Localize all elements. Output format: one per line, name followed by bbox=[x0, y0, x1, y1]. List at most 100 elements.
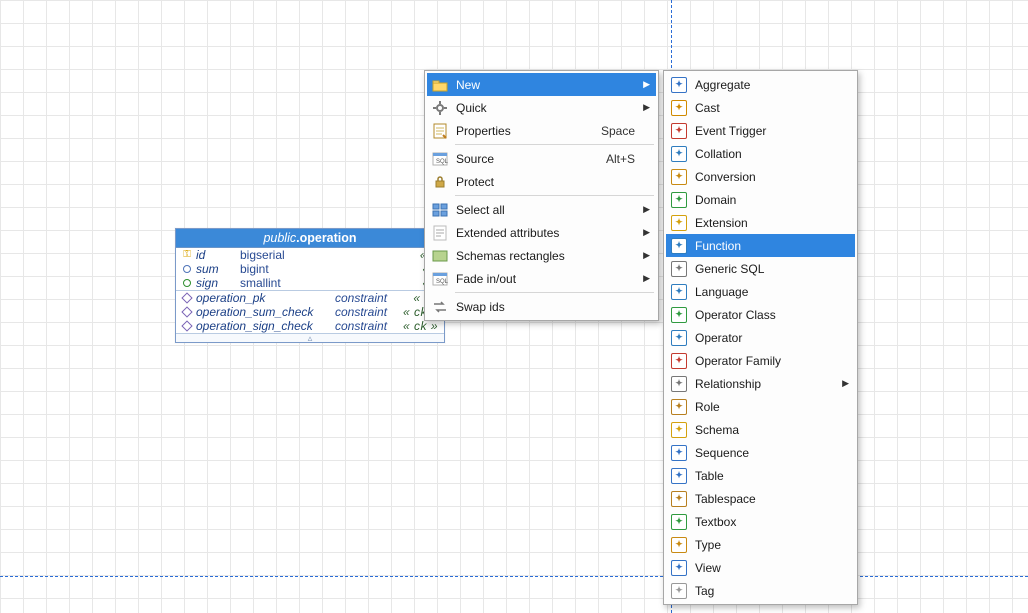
submenu-item-domain[interactable]: ✦ Domain bbox=[666, 188, 855, 211]
submenu-item-label: Domain bbox=[695, 193, 834, 207]
submenu-item-textbox[interactable]: ✦Textbox bbox=[666, 510, 855, 533]
tbl-icon: ✦ bbox=[670, 467, 688, 485]
constraint-row[interactable]: operation_sum_check constraint « ck » bbox=[176, 305, 444, 319]
menu-item-protect[interactable]: Protect bbox=[427, 170, 656, 193]
submenu-item-schema[interactable]: ✦Schema bbox=[666, 418, 855, 441]
column-name: sum bbox=[196, 262, 236, 276]
constraint-row[interactable]: operation_sign_check constraint « ck » bbox=[176, 319, 444, 333]
menu-item-label: Protect bbox=[456, 175, 635, 189]
submenu-item-label: Textbox bbox=[695, 515, 834, 529]
constraint-name: operation_pk bbox=[196, 291, 331, 305]
tbs-icon: ✦ bbox=[670, 490, 688, 508]
menu-item-shortcut: Space bbox=[601, 124, 635, 138]
menu-item-label: Select all bbox=[456, 203, 635, 217]
svg-text:SQL: SQL bbox=[436, 279, 448, 285]
submenu-item-label: Function bbox=[695, 239, 834, 253]
menu-item-quick[interactable]: Quick▶ bbox=[427, 96, 656, 119]
submenu-item-label: Extension bbox=[695, 216, 834, 230]
conv-icon: ✦ bbox=[670, 168, 688, 186]
constraint-flags: « ck » bbox=[403, 319, 438, 333]
menu-item-properties[interactable]: Properties Space bbox=[427, 119, 656, 142]
menu-item-source[interactable]: SQLSourceAlt+S bbox=[427, 147, 656, 170]
selectall-icon bbox=[431, 201, 449, 219]
context-menu: New▶Quick▶PropertiesSpaceSQLSourceAlt+SP… bbox=[424, 70, 659, 321]
menu-item-swapids[interactable]: Swap ids bbox=[427, 295, 656, 318]
submenu-item-collation[interactable]: ✦Collation bbox=[666, 142, 855, 165]
agg-icon: ✦ bbox=[670, 76, 688, 94]
table-titlebar[interactable]: public.operation bbox=[176, 229, 444, 248]
submenu-item-table[interactable]: ✦ Table bbox=[666, 464, 855, 487]
pk-icon: ⚿ bbox=[182, 248, 192, 262]
column-name: id bbox=[196, 248, 236, 262]
submenu-item-relationship[interactable]: ✦ Relationship ▶ bbox=[666, 372, 855, 395]
submenu-item-opfamily[interactable]: ✦Operator Family bbox=[666, 349, 855, 372]
cast-icon: ✦ bbox=[670, 99, 688, 117]
submenu-item-opclass[interactable]: ✦Operator Class bbox=[666, 303, 855, 326]
submenu-item-language[interactable]: ✦Language bbox=[666, 280, 855, 303]
table-object[interactable]: public.operation ⚿ id bigserial « p sum … bbox=[175, 228, 445, 343]
submenu-item-eventtrigger[interactable]: ✦Event Trigger bbox=[666, 119, 855, 142]
submenu-item-genericsql[interactable]: ✦ Generic SQL bbox=[666, 257, 855, 280]
submenu-item-function[interactable]: ✦ Function bbox=[666, 234, 855, 257]
submenu-item-role[interactable]: ✦Role bbox=[666, 395, 855, 418]
constraint-icon bbox=[182, 308, 192, 316]
rect-icon bbox=[431, 247, 449, 265]
menu-item-label: Properties bbox=[456, 124, 580, 138]
rel-icon: ✦ bbox=[670, 375, 688, 393]
column-name: sign bbox=[196, 276, 236, 290]
submenu-item-tag[interactable]: ✦Tag bbox=[666, 579, 855, 602]
page-guide-horizontal bbox=[0, 576, 1028, 577]
menu-item-selectall[interactable]: Select all ▶ bbox=[427, 198, 656, 221]
column-row[interactable]: ⚿ id bigserial « p bbox=[176, 248, 444, 262]
column-row[interactable]: sign smallint « r bbox=[176, 276, 444, 290]
submenu-item-type[interactable]: ✦ Type bbox=[666, 533, 855, 556]
constraint-row[interactable]: operation_pk constraint « pk bbox=[176, 291, 444, 305]
submenu-item-view[interactable]: ✦ View bbox=[666, 556, 855, 579]
submenu-item-label: Relationship bbox=[695, 377, 834, 391]
text-icon bbox=[431, 224, 449, 242]
submenu-arrow-icon: ▶ bbox=[841, 378, 849, 389]
submenu-item-operator[interactable]: ✦Operator bbox=[666, 326, 855, 349]
submenu-item-label: Sequence bbox=[695, 446, 834, 460]
submenu-item-label: Type bbox=[695, 538, 834, 552]
ext-icon: ✦ bbox=[670, 214, 688, 232]
submenu-item-tablespace[interactable]: ✦Tablespace bbox=[666, 487, 855, 510]
menu-item-schemarect[interactable]: Schemas rectangles▶ bbox=[427, 244, 656, 267]
submenu-item-conversion[interactable]: ✦Conversion bbox=[666, 165, 855, 188]
submenu-arrow-icon: ▶ bbox=[642, 204, 650, 215]
table-schema: public bbox=[263, 231, 296, 245]
submenu-item-cast[interactable]: ✦Cast bbox=[666, 96, 855, 119]
constraint-kind: constraint bbox=[335, 291, 409, 305]
gsql-icon: ✦ bbox=[670, 260, 688, 278]
submenu-item-sequence[interactable]: ✦ Sequence bbox=[666, 441, 855, 464]
menu-item-new[interactable]: New▶ bbox=[427, 73, 656, 96]
menu-item-shortcut: Alt+S bbox=[606, 152, 635, 166]
submenu-arrow-icon: ▶ bbox=[642, 227, 650, 238]
submenu-arrow-icon: ▶ bbox=[642, 273, 650, 284]
table-resize-grip[interactable]: ▵ bbox=[176, 333, 444, 342]
submenu-item-label: Role bbox=[695, 400, 834, 414]
menu-item-fade[interactable]: SQL Fade in/out ▶ bbox=[427, 267, 656, 290]
submenu-item-label: View bbox=[695, 561, 834, 575]
menu-separator bbox=[455, 144, 654, 145]
menu-item-label: Fade in/out bbox=[456, 272, 635, 286]
dom-icon: ✦ bbox=[670, 191, 688, 209]
func-icon: ✦ bbox=[670, 237, 688, 255]
column-type: bigserial bbox=[240, 248, 416, 262]
column-row[interactable]: sum bigint « r bbox=[176, 262, 444, 276]
menu-item-label: New bbox=[456, 78, 635, 92]
lang-icon: ✦ bbox=[670, 283, 688, 301]
submenu-item-aggregate[interactable]: ✦Aggregate bbox=[666, 73, 855, 96]
seq-icon: ✦ bbox=[670, 444, 688, 462]
submenu-arrow-icon: ▶ bbox=[642, 250, 650, 261]
submenu-item-extension[interactable]: ✦ Extension bbox=[666, 211, 855, 234]
view-icon: ✦ bbox=[670, 559, 688, 577]
submenu-item-label: Schema bbox=[695, 423, 834, 437]
submenu-item-label: Generic SQL bbox=[695, 262, 834, 276]
constraint-name: operation_sum_check bbox=[196, 305, 331, 319]
swap-icon bbox=[431, 298, 449, 316]
column-type: bigint bbox=[240, 262, 418, 276]
type-icon: ✦ bbox=[670, 536, 688, 554]
menu-item-extattrs[interactable]: Extended attributes▶ bbox=[427, 221, 656, 244]
submenu-item-label: Table bbox=[695, 469, 834, 483]
